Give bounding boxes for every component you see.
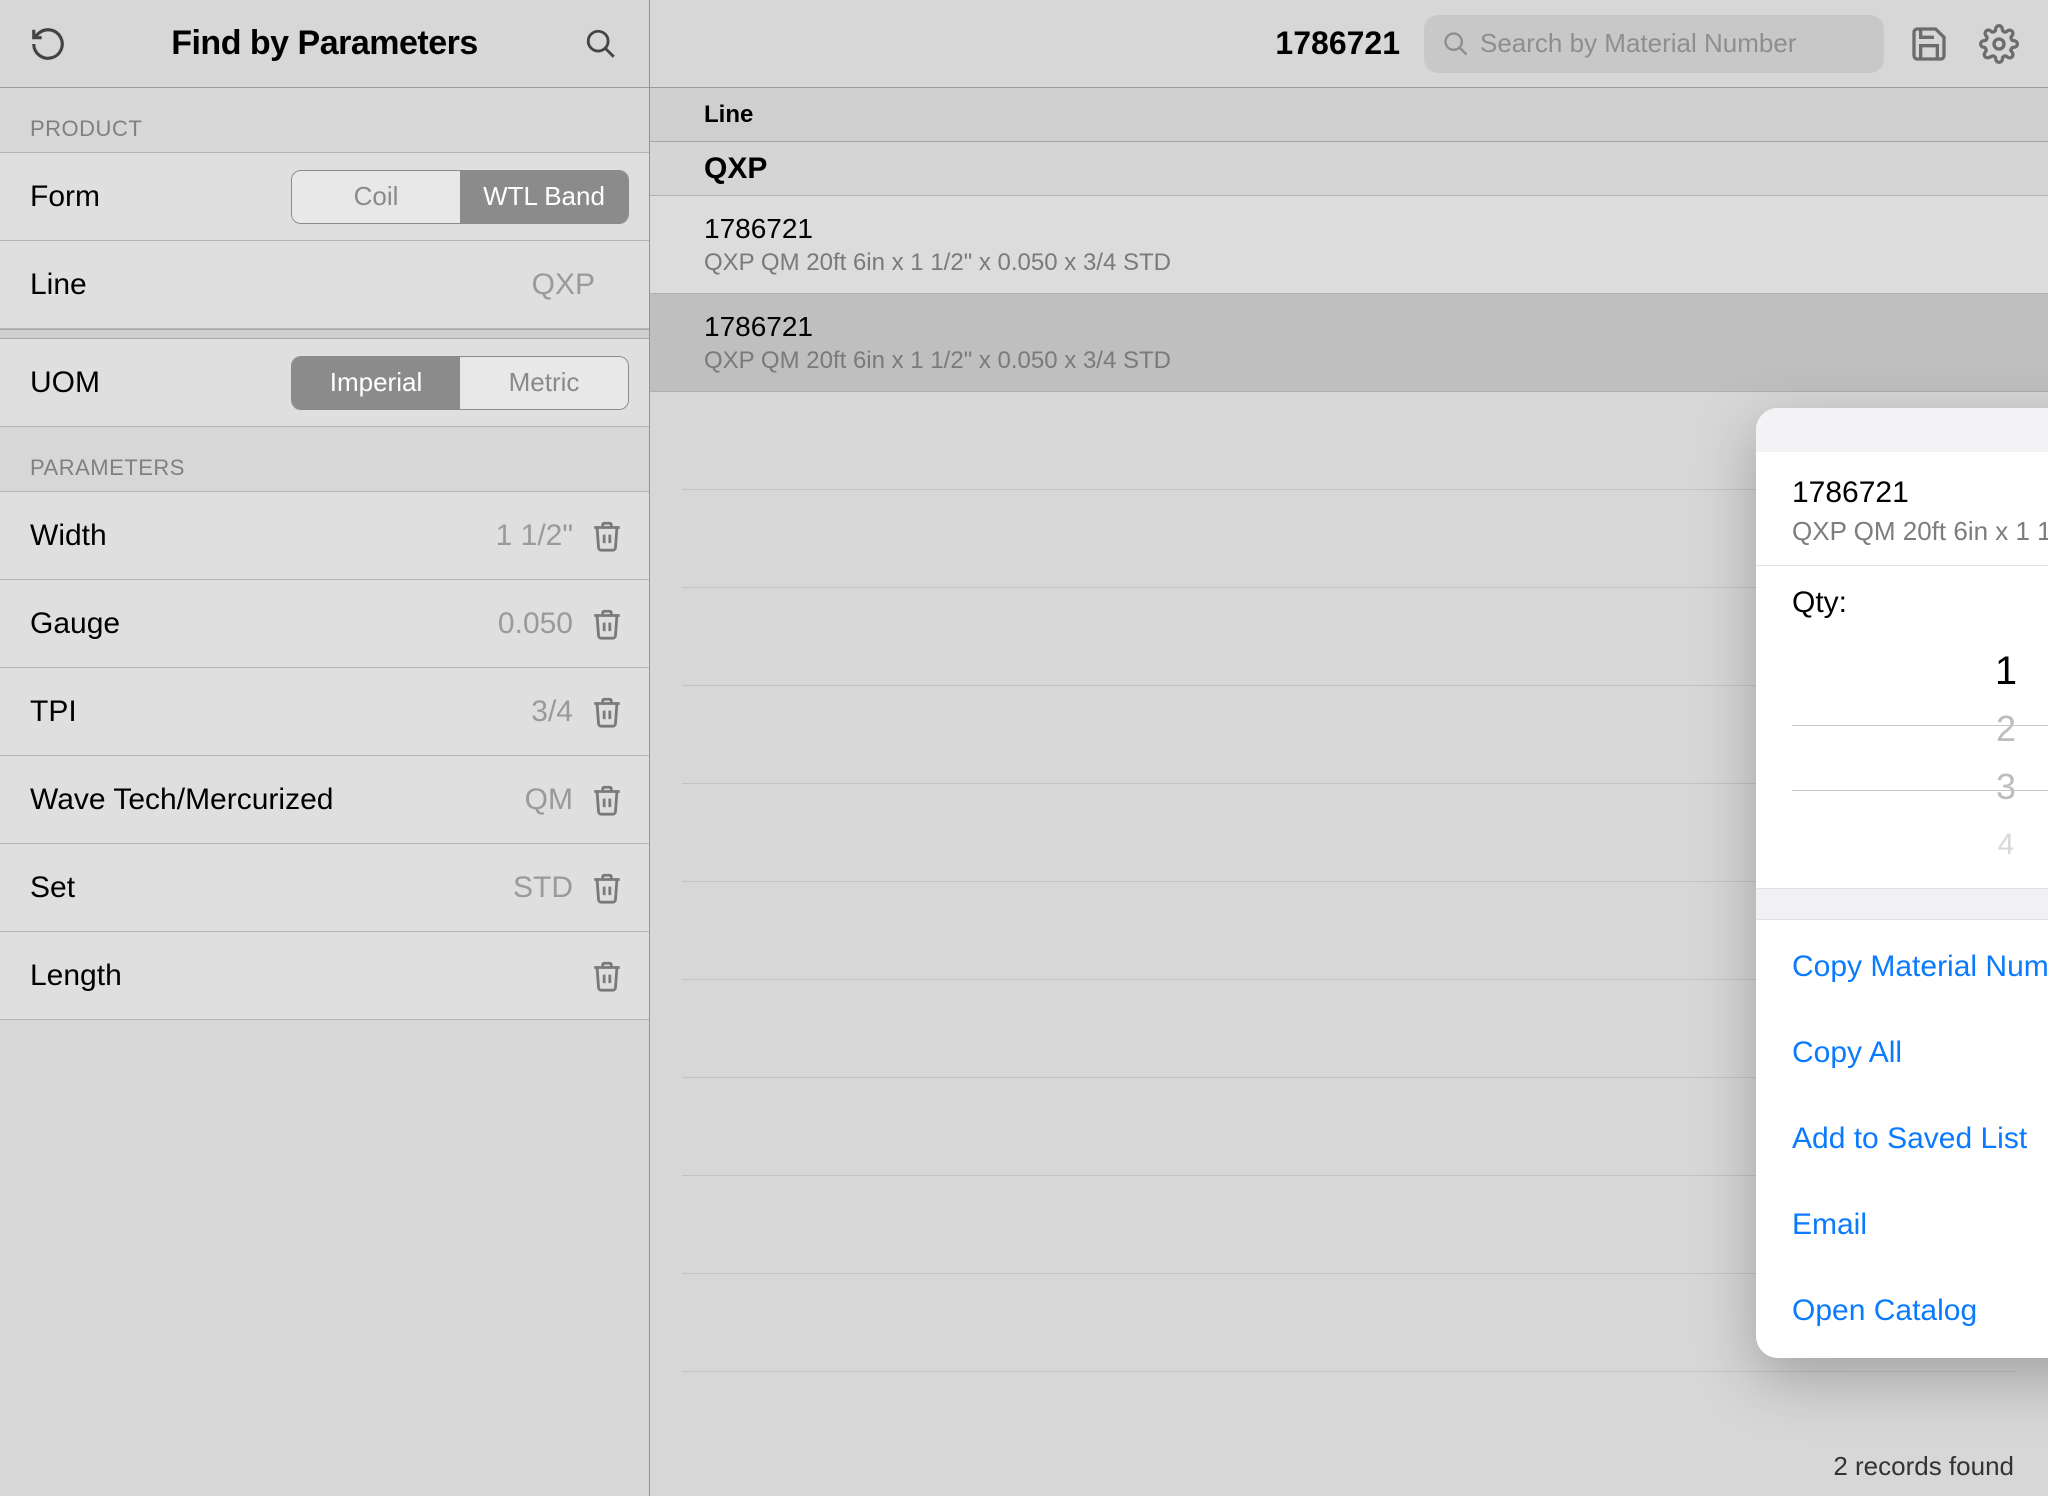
picker-option: 3 (1996, 758, 2016, 816)
action-add-to-saved-list[interactable]: Add to Saved List (1756, 1096, 2048, 1182)
param-value: 1 1/2" (496, 519, 573, 553)
row-uom: UOM Imperial Metric (0, 339, 649, 427)
uom-label: UOM (30, 366, 291, 400)
line-label: Line (30, 268, 532, 302)
param-label: Width (30, 519, 496, 553)
item-popover: 1786721 QXP QM 20ft 6in x 1 1/2" x 0.05…… (1756, 408, 2048, 1358)
trash-icon (590, 519, 624, 553)
popover-title: 1786721 (1792, 476, 2048, 510)
clear-gauge-button[interactable] (585, 602, 629, 646)
param-value: QM (525, 783, 573, 817)
action-email[interactable]: Email (1756, 1182, 2048, 1268)
row-length[interactable]: Length (0, 932, 649, 1020)
clear-width-button[interactable] (585, 514, 629, 558)
uom-option-metric[interactable]: Metric (460, 357, 628, 409)
picker-option: 2 (1996, 700, 2016, 758)
sidebar-title: Find by Parameters (72, 24, 577, 63)
param-label: Length (30, 959, 573, 993)
sidebar-header: Find by Parameters (0, 0, 649, 88)
popover-info: 1786721 QXP QM 20ft 6in x 1 1/2" x 0.05… (1756, 452, 2048, 566)
clear-tpi-button[interactable] (585, 690, 629, 734)
action-copy-all[interactable]: Copy All (1756, 1010, 2048, 1096)
row-set[interactable]: Set STD (0, 844, 649, 932)
uom-segmented[interactable]: Imperial Metric (291, 356, 629, 410)
row-line[interactable]: Line QXP (0, 241, 649, 329)
divider (0, 329, 649, 339)
param-label: Set (30, 871, 513, 905)
action-copy-material-number[interactable]: Copy Material Number (1756, 924, 2048, 1010)
param-value: STD (513, 871, 573, 905)
popover-header (1756, 408, 2048, 452)
row-tpi[interactable]: TPI 3/4 (0, 668, 649, 756)
popover-separator (1756, 888, 2048, 920)
section-parameters-label: PARAMETERS (0, 427, 649, 492)
clear-set-button[interactable] (585, 866, 629, 910)
param-value: 3/4 (531, 695, 573, 729)
picker-selected: 1 (1995, 642, 2017, 700)
sidebar: Find by Parameters PRODUCT Form Coil WTL… (0, 0, 650, 1496)
main-panel: 1786721 Search by Material Number Line Q… (650, 0, 2048, 1496)
search-icon (584, 27, 618, 61)
popover-subtitle: QXP QM 20ft 6in x 1 1/2" x 0.05… (1792, 516, 2048, 547)
trash-icon (590, 695, 624, 729)
uom-option-imperial[interactable]: Imperial (292, 357, 460, 409)
clear-wavetech-button[interactable] (585, 778, 629, 822)
row-form: Form Coil WTL Band (0, 153, 649, 241)
trash-icon (590, 607, 624, 641)
sidebar-search-button[interactable] (577, 20, 625, 68)
param-value: 0.050 (498, 607, 573, 641)
form-option-coil[interactable]: Coil (292, 171, 460, 223)
form-segmented[interactable]: Coil WTL Band (291, 170, 629, 224)
row-wave-tech[interactable]: Wave Tech/Mercurized QM (0, 756, 649, 844)
param-label: Wave Tech/Mercurized (30, 783, 525, 817)
param-label: TPI (30, 695, 531, 729)
form-option-wtl-band[interactable]: WTL Band (460, 171, 628, 223)
form-label: Form (30, 180, 291, 214)
qty-picker[interactable]: 1 2 3 4 (1756, 628, 2048, 888)
refresh-icon (29, 25, 67, 63)
row-gauge[interactable]: Gauge 0.050 (0, 580, 649, 668)
section-product-label: PRODUCT (0, 88, 649, 153)
param-label: Gauge (30, 607, 498, 641)
popover-actions: Copy Material Number Copy All Add to Sav… (1756, 920, 2048, 1358)
line-value: QXP (532, 268, 595, 302)
clear-length-button[interactable] (585, 954, 629, 998)
trash-icon (590, 959, 624, 993)
refresh-button[interactable] (24, 20, 72, 68)
picker-option: 4 (1998, 816, 2015, 874)
action-open-catalog[interactable]: Open Catalog (1756, 1268, 2048, 1354)
trash-icon (590, 783, 624, 817)
row-width[interactable]: Width 1 1/2" (0, 492, 649, 580)
trash-icon (590, 871, 624, 905)
qty-label: Qty: (1756, 566, 2048, 628)
